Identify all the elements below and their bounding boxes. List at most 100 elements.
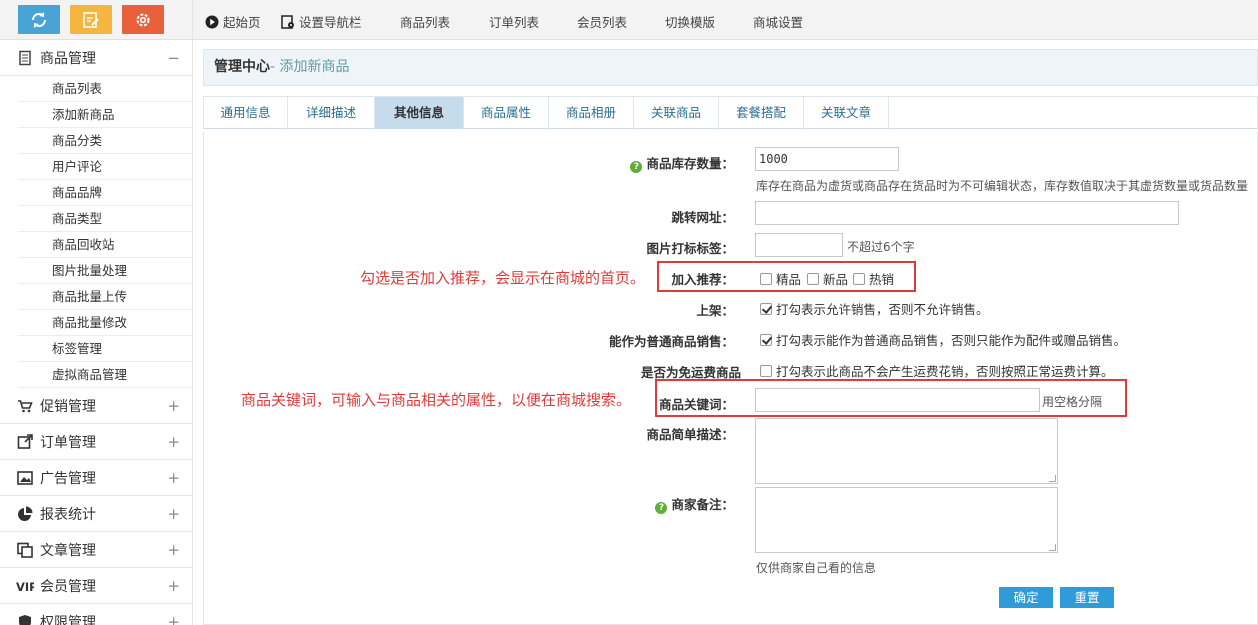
- tab-linked-goods[interactable]: 关联商品: [634, 97, 719, 129]
- page-subtitle: - 添加新商品: [270, 59, 350, 75]
- sidebar-item-comments[interactable]: 用户评论: [18, 154, 192, 180]
- menu-group-members[interactable]: VIP 会员管理 +: [0, 568, 192, 604]
- menu-group-articles[interactable]: 文章管理 +: [0, 532, 192, 568]
- nav-shop-settings[interactable]: 商城设置: [753, 12, 803, 31]
- expand-icon[interactable]: +: [167, 397, 180, 415]
- tab-attributes[interactable]: 商品属性: [464, 97, 549, 129]
- cart-icon: [16, 397, 34, 415]
- settings-button[interactable]: [122, 5, 164, 34]
- sidebar-item-image-batch[interactable]: 图片批量处理: [18, 258, 192, 284]
- url-label: 跳转网址：: [671, 210, 734, 225]
- menu-group-label: 订单管理: [40, 434, 96, 451]
- stock-label: ? 商品库存数量：: [534, 153, 734, 173]
- sidebar-item-goods-list[interactable]: 商品列表: [18, 76, 192, 102]
- menu-group-label: 权限管理: [40, 614, 96, 625]
- sidebar-item-batch-upload[interactable]: 商品批量上传: [18, 284, 192, 310]
- expand-icon[interactable]: +: [167, 577, 180, 595]
- expand-icon[interactable]: +: [167, 613, 180, 625]
- document-icon: [16, 49, 34, 67]
- sidebar-item-tags[interactable]: 标签管理: [18, 336, 192, 362]
- help-icon[interactable]: ?: [655, 502, 668, 514]
- sidebar: 商品管理 − 商品列表 添加新商品 商品分类 用户评论 商品品牌 商品类型 商品…: [0, 0, 193, 625]
- tab-packages[interactable]: 套餐搭配: [719, 97, 804, 129]
- menu-group-label: 促销管理: [40, 398, 96, 415]
- confirm-button[interactable]: 确定: [999, 587, 1053, 608]
- brief-label: 商品简单描述：: [646, 427, 734, 442]
- edit-icon: [83, 11, 99, 28]
- gear-icon: [136, 13, 150, 26]
- expand-icon[interactable]: +: [167, 505, 180, 523]
- tab-general[interactable]: 通用信息: [204, 97, 288, 129]
- main-content: 管理中心- 添加新商品 通用信息 详细描述 其他信息 商品属性 商品相册 关联商…: [203, 49, 1258, 625]
- image-tag-label: 图片打标标签：: [646, 241, 734, 256]
- menu-group-promotion[interactable]: 促销管理 +: [0, 388, 192, 424]
- nav-order-list[interactable]: 订单列表: [489, 12, 539, 31]
- page-title: 管理中心: [214, 59, 270, 75]
- shield-icon: [16, 613, 34, 625]
- url-input[interactable]: [755, 201, 1179, 225]
- remark-note: 仅供商家自己看的信息: [756, 561, 877, 575]
- annotation-recommend: 勾选是否加入推荐，会显示在商城的首页。: [360, 269, 646, 287]
- expand-icon[interactable]: +: [167, 433, 180, 451]
- image-tag-input[interactable]: [755, 233, 843, 257]
- tab-gallery[interactable]: 商品相册: [549, 97, 634, 129]
- help-icon[interactable]: ?: [630, 161, 643, 173]
- edit-button[interactable]: [70, 5, 112, 34]
- goods-submenu: 商品列表 添加新商品 商品分类 用户评论 商品品牌 商品类型 商品回收站 图片批…: [0, 76, 192, 388]
- sidebar-item-type[interactable]: 商品类型: [18, 206, 192, 232]
- onsale-label: 上架：: [696, 303, 734, 318]
- menu-group-label: 会员管理: [40, 578, 96, 595]
- image-tag-note: 不超过6个字: [847, 240, 915, 254]
- top-navbar: 起始页 设置导航栏 商品列表 订单列表 会员列表 切换模版 商城设置: [193, 0, 1258, 40]
- external-link-icon: [16, 433, 34, 451]
- remark-label: ? 商家备注：: [534, 494, 734, 514]
- tab-other-info[interactable]: 其他信息: [375, 97, 464, 129]
- collapse-icon[interactable]: −: [167, 49, 180, 67]
- reset-button[interactable]: 重置: [1060, 587, 1114, 608]
- refresh-button[interactable]: [18, 5, 60, 34]
- menu-group-label: 文章管理: [40, 542, 96, 559]
- nav-label: 设置导航栏: [299, 15, 362, 30]
- nav-home[interactable]: 起始页: [205, 12, 261, 31]
- menu-group-label: 报表统计: [40, 506, 96, 523]
- normal-sale-label: 能作为普通商品销售：: [608, 334, 734, 349]
- tab-bar: 通用信息 详细描述 其他信息 商品属性 商品相册 关联商品 套餐搭配 关联文章: [203, 96, 1258, 129]
- sidebar-item-add-goods[interactable]: 添加新商品: [18, 102, 192, 128]
- menu-group-orders[interactable]: 订单管理 +: [0, 424, 192, 460]
- highlight-recommend: [657, 261, 916, 292]
- tab-description[interactable]: 详细描述: [288, 97, 375, 129]
- sidebar-item-batch-edit[interactable]: 商品批量修改: [18, 310, 192, 336]
- menu-group-permissions[interactable]: 权限管理 +: [0, 604, 192, 625]
- nav-goods-list[interactable]: 商品列表: [400, 12, 450, 31]
- stock-input[interactable]: 1000: [755, 147, 899, 171]
- menu-group-label: 广告管理: [40, 470, 96, 487]
- stock-note: 库存在商品为虚货或商品存在货品时为不可编辑状态，库存数值取决于其虚货数量或货品数…: [756, 179, 1249, 193]
- svg-text:VIP: VIP: [16, 579, 34, 593]
- normal-sale-checkbox[interactable]: 打勾表示能作为普通商品销售，否则只能作为配件或赠品销售。: [760, 330, 1126, 349]
- expand-icon[interactable]: +: [167, 469, 180, 487]
- sidebar-item-brand[interactable]: 商品品牌: [18, 180, 192, 206]
- expand-icon[interactable]: +: [167, 541, 180, 559]
- sidebar-item-virtual[interactable]: 虚拟商品管理: [18, 362, 192, 388]
- sidebar-item-recycle[interactable]: 商品回收站: [18, 232, 192, 258]
- free-shipping-checkbox[interactable]: 打勾表示此商品不会产生运费花销，否则按照正常运费计算。: [760, 361, 1114, 380]
- play-circle-icon: [205, 15, 219, 28]
- pie-chart-icon: [16, 505, 34, 523]
- image-icon: [16, 469, 34, 487]
- menu-group-ads[interactable]: 广告管理 +: [0, 460, 192, 496]
- menu-group-reports[interactable]: 报表统计 +: [0, 496, 192, 532]
- menu-group-label: 商品管理: [40, 50, 96, 67]
- sidebar-item-category[interactable]: 商品分类: [18, 128, 192, 154]
- onsale-checkbox[interactable]: 打勾表示允许销售，否则不允许销售。: [760, 299, 989, 318]
- nav-set-navbar[interactable]: 设置导航栏: [281, 12, 362, 31]
- nav-label: 起始页: [223, 15, 261, 30]
- menu-group-goods[interactable]: 商品管理 −: [0, 40, 192, 76]
- brief-textarea[interactable]: [755, 418, 1058, 484]
- tab-linked-articles[interactable]: 关联文章: [804, 97, 889, 129]
- nav-member-list[interactable]: 会员列表: [577, 12, 627, 31]
- annotation-keywords: 商品关键词，可输入与商品相关的属性，以便在商城搜索。: [241, 391, 632, 409]
- page-title-bar: 管理中心- 添加新商品: [203, 49, 1258, 86]
- copy-icon: [16, 541, 34, 559]
- nav-switch-template[interactable]: 切换模版: [665, 12, 715, 31]
- remark-textarea[interactable]: [755, 487, 1058, 553]
